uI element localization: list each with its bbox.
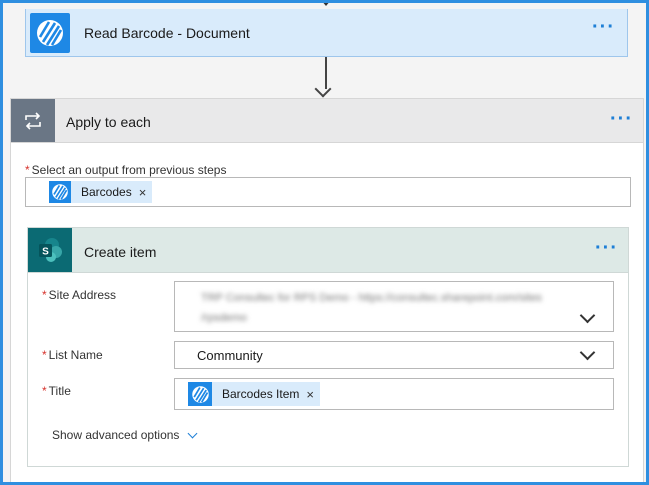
apply-to-each-header[interactable]: Apply to each ··· [11, 99, 643, 143]
apply-to-each-title: Apply to each [66, 114, 151, 130]
flow-designer-canvas: Read Barcode - Document ··· Apply to eac… [0, 0, 649, 485]
site-address-label-text: Site Address [48, 288, 117, 302]
barcodes-item-token[interactable]: Barcodes Item × [188, 382, 320, 406]
loop-arrows-icon [11, 99, 55, 142]
required-marker: * [42, 348, 47, 362]
create-item-title: Create item [84, 244, 157, 260]
required-marker: * [42, 288, 47, 302]
striped-logo-icon [188, 382, 212, 406]
striped-logo-icon [30, 13, 70, 53]
required-marker: * [42, 384, 47, 398]
list-name-label: * List Name [42, 348, 103, 362]
remove-token-close-icon[interactable]: × [139, 185, 147, 200]
incoming-connector-arrowhead [321, 3, 331, 6]
create-item-header[interactable]: S Create item ··· [28, 228, 628, 273]
title-label-text: Title [48, 384, 71, 398]
site-address-label: * Site Address [42, 288, 116, 302]
list-name-dropdown[interactable]: Community [174, 341, 614, 369]
chevron-down-icon [187, 428, 198, 438]
remove-token-close-icon[interactable]: × [306, 387, 314, 402]
site-address-value-line-1: TRP Consultec for RPS Demo - https://con… [201, 292, 542, 304]
read-barcode-card[interactable]: Read Barcode - Document ··· [25, 9, 628, 57]
trigger-more-options-ellipsis-icon[interactable]: ··· [592, 17, 615, 37]
apply-to-each-card: Apply to each ··· * Select an output from… [10, 98, 644, 482]
svg-text:S: S [42, 247, 49, 258]
chevron-down-icon[interactable] [579, 307, 596, 324]
select-output-label: * Select an output from previous steps [25, 163, 226, 177]
apply-to-each-more-options-ellipsis-icon[interactable]: ··· [610, 109, 633, 129]
site-address-dropdown[interactable]: TRP Consultec for RPS Demo - https://con… [174, 281, 614, 332]
show-advanced-options-link[interactable]: Show advanced options [52, 428, 198, 442]
sharepoint-icon: S [28, 228, 72, 272]
select-output-field[interactable]: Barcodes × [25, 177, 631, 207]
create-item-more-options-ellipsis-icon[interactable]: ··· [595, 238, 618, 258]
list-name-value: Community [197, 348, 263, 363]
show-advanced-options-label: Show advanced options [52, 428, 180, 442]
select-output-label-text: Select an output from previous steps [31, 163, 227, 177]
list-name-label-text: List Name [48, 348, 103, 362]
read-barcode-title: Read Barcode - Document [84, 25, 250, 41]
create-item-card: S Create item ··· * Site Address TRP Cons… [27, 227, 629, 467]
striped-logo-icon [49, 181, 71, 203]
barcodes-token[interactable]: Barcodes × [49, 181, 153, 203]
title-field[interactable]: Barcodes Item × [174, 378, 614, 410]
barcodes-token-label: Barcodes [81, 185, 132, 199]
connector-arrow-down-icon [314, 80, 332, 98]
chevron-down-icon[interactable] [579, 344, 596, 361]
site-address-value-line-2: /rpsdemo [201, 312, 247, 324]
title-label: * Title [42, 384, 71, 398]
required-marker: * [25, 163, 30, 177]
barcodes-item-token-label: Barcodes Item [222, 387, 300, 401]
